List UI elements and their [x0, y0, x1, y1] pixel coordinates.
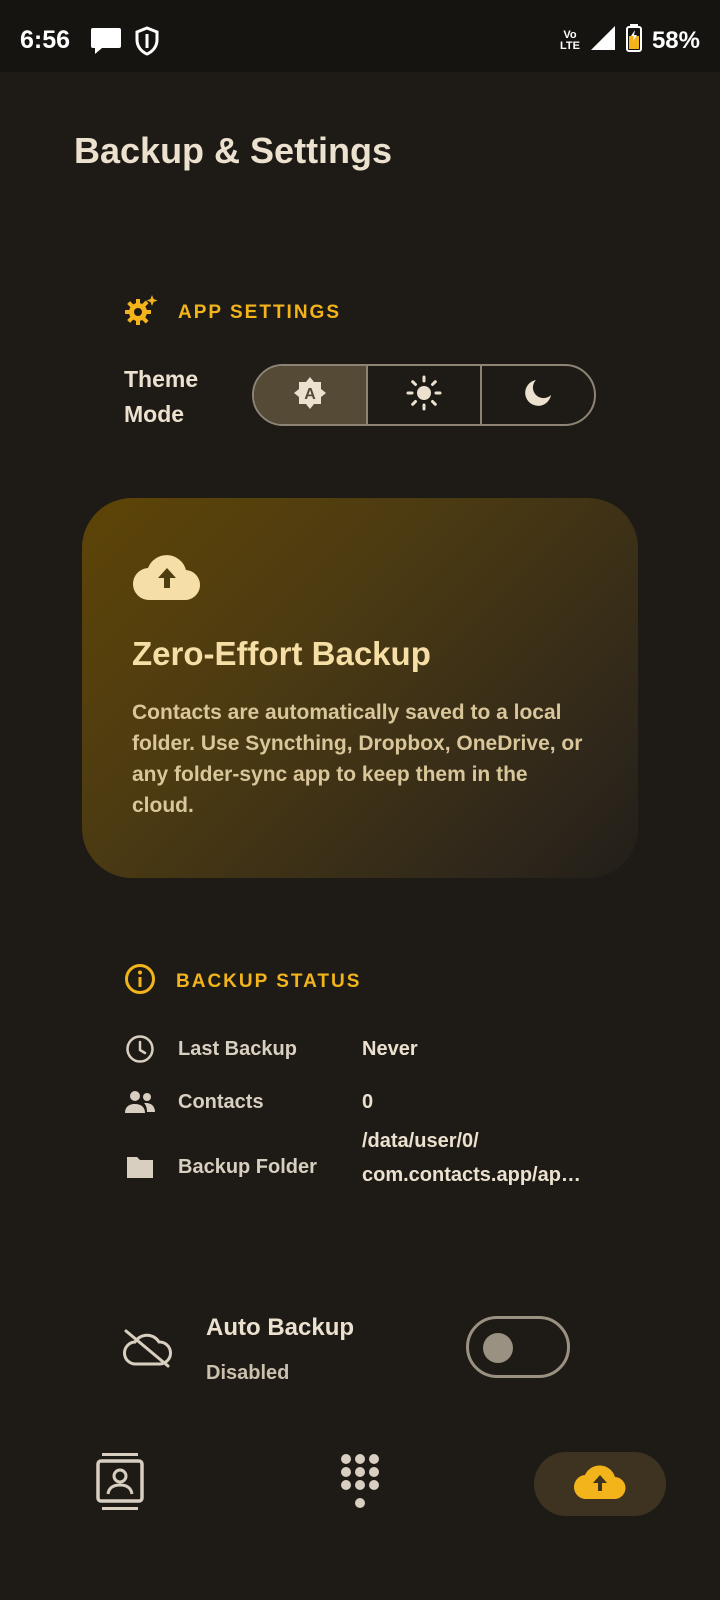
shield-icon	[134, 26, 160, 61]
battery-icon	[625, 24, 642, 57]
moon-icon	[522, 377, 554, 414]
last-backup-value: Never	[362, 1038, 418, 1060]
toggle-knob	[483, 1333, 513, 1363]
theme-mode-selector: A	[252, 364, 596, 426]
theme-option-auto[interactable]: A	[254, 366, 368, 424]
nav-backup[interactable]	[534, 1452, 666, 1516]
message-icon	[90, 26, 122, 61]
auto-brightness-icon: A	[292, 375, 328, 416]
signal-icon	[590, 25, 616, 56]
clock-icon	[124, 1034, 156, 1064]
auto-backup-status: Disabled	[206, 1362, 290, 1384]
backup-status-header: BACKUP STATUS	[124, 963, 361, 1000]
backup-folder-label: Backup Folder	[178, 1155, 317, 1178]
volte-indicator: Vo LTE	[559, 28, 580, 52]
card-body: Contacts are automatically saved to a lo…	[132, 701, 583, 817]
cloud-upload-icon	[132, 555, 202, 606]
theme-mode-label: Theme Mode	[124, 366, 199, 427]
status-bar: 6:56 Vo LTE 58%	[0, 0, 720, 72]
contacts-label: Contacts	[178, 1090, 264, 1113]
auto-backup-title: Auto Backup	[206, 1314, 355, 1341]
dialpad-icon	[338, 1453, 382, 1516]
card-title: Zero-Effort Backup	[132, 635, 431, 672]
auto-backup-toggle[interactable]	[466, 1316, 570, 1378]
backup-folder-value: /data/user/0/ com.contacts.app/ap…	[362, 1130, 581, 1186]
battery-percent: 58%	[651, 26, 700, 54]
theme-option-dark[interactable]	[482, 366, 594, 424]
app-settings-label: APP SETTINGS	[178, 301, 342, 323]
settings-gear-icon	[124, 294, 158, 331]
last-backup-label: Last Backup	[178, 1037, 297, 1060]
app-settings-header: APP SETTINGS	[124, 294, 341, 331]
status-row-contacts: Contacts 0	[124, 1085, 373, 1119]
svg-text:A: A	[304, 386, 316, 403]
page-title: Backup & Settings	[74, 130, 393, 171]
bottom-navigation	[0, 1430, 720, 1600]
folder-icon	[124, 1154, 156, 1180]
status-row-backup-folder: Backup Folder /data/user/0/ com.contacts…	[124, 1130, 581, 1186]
theme-option-light[interactable]	[368, 366, 482, 424]
contacts-count-value: 0	[362, 1091, 374, 1113]
cloud-upload-icon	[573, 1463, 627, 1506]
zero-effort-backup-card: Zero-Effort Backup Contacts are automati…	[82, 498, 638, 878]
people-icon	[124, 1090, 156, 1114]
nav-contacts[interactable]	[90, 1452, 150, 1516]
contact-card-icon	[96, 1452, 144, 1517]
nav-dialpad[interactable]	[330, 1452, 390, 1516]
info-icon	[124, 963, 156, 1000]
status-time: 6:56	[20, 26, 71, 54]
backup-status-label: BACKUP STATUS	[176, 970, 362, 992]
cloud-off-icon	[122, 1328, 172, 1373]
sun-icon	[406, 375, 442, 416]
status-row-last-backup: Last Backup Never	[124, 1032, 418, 1066]
